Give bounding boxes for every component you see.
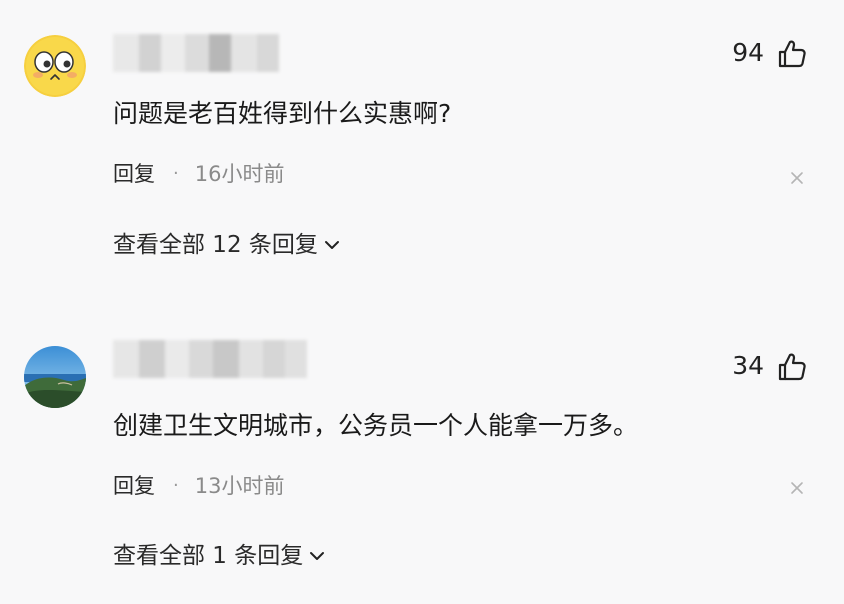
emoji-face-icon <box>24 35 86 97</box>
view-replies-label: 查看全部 12 条回复 <box>113 232 318 258</box>
thumbs-up-icon[interactable] <box>776 351 808 383</box>
view-all-replies-button[interactable]: 查看全部 12 条回复 <box>113 230 340 260</box>
timestamp: 16小时前 <box>194 162 285 186</box>
avatar[interactable] <box>24 346 86 408</box>
close-icon[interactable] <box>790 481 804 495</box>
avatar[interactable] <box>24 35 86 97</box>
thumbs-up-icon[interactable] <box>776 38 808 70</box>
comment-1: 94 问题是老百姓得到什么实惠啊? 回复 · 16小时前 查看全部 12 条回复 <box>0 0 844 300</box>
like-count: 34 <box>732 351 764 380</box>
username-redacted[interactable] <box>113 34 279 72</box>
comment-text: 问题是老百姓得到什么实惠啊? <box>113 99 452 128</box>
view-replies-label: 查看全部 1 条回复 <box>113 543 304 569</box>
reply-button[interactable]: 回复 <box>113 472 155 500</box>
reply-button[interactable]: 回复 <box>113 160 155 188</box>
comment-2: 34 创建卫生文明城市，公务员一个人能拿一万多。 回复 · 13小时前 查看全部… <box>0 300 844 604</box>
comment-text: 创建卫生文明城市，公务员一个人能拿一万多。 <box>113 411 639 440</box>
timestamp: 13小时前 <box>194 474 285 498</box>
like-count: 94 <box>732 38 764 67</box>
chevron-down-icon <box>310 552 325 560</box>
separator-dot: · <box>173 475 179 496</box>
chevron-down-icon <box>324 241 339 249</box>
comment-meta: 回复 · 13小时前 <box>113 472 284 500</box>
separator-dot: · <box>173 163 179 184</box>
username-redacted[interactable] <box>113 340 307 378</box>
view-all-replies-button[interactable]: 查看全部 1 条回复 <box>113 541 325 571</box>
comment-meta: 回复 · 16小时前 <box>113 160 284 188</box>
close-icon[interactable] <box>790 171 804 185</box>
landscape-avatar-icon <box>24 346 86 408</box>
